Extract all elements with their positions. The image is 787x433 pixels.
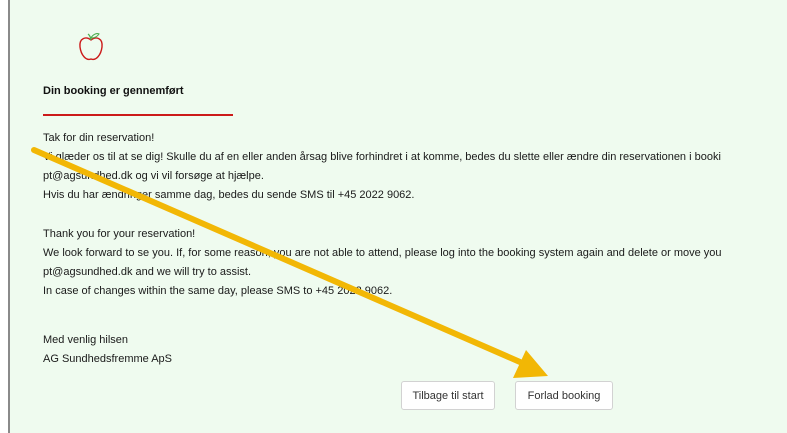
message-line: pt@agsundhed.dk and we will try to assis… [43, 266, 252, 278]
message-line: pt@agsundhed.dk og vi vil forsøge at hjæ… [43, 170, 264, 182]
confirmation-panel: Din booking er gennemført Tak for din re… [8, 0, 787, 433]
title-underline [43, 114, 233, 116]
signoff: Med venlig hilsen AG Sundhedsfremme ApS [43, 331, 172, 369]
leave-booking-button[interactable]: Forlad booking [515, 381, 613, 410]
back-to-start-button[interactable]: Tilbage til start [401, 381, 495, 410]
message-line: In case of changes within the same day, … [43, 285, 393, 297]
english-message: Thank you for your reservation! We look … [43, 225, 722, 301]
company-name: AG Sundhedsfremme ApS [43, 353, 173, 365]
message-line: Hvis du har ændringer samme dag, bedes d… [43, 189, 415, 201]
message-line: Thank you for your reservation! [43, 228, 196, 240]
danish-message: Tak for din reservation! Vi glæder os ti… [43, 129, 721, 205]
apple-logo-icon [79, 33, 103, 61]
page-title: Din booking er gennemført [43, 85, 184, 97]
message-line: We look forward to se you. If, for some … [43, 247, 722, 259]
signoff-greeting: Med venlig hilsen [43, 334, 128, 346]
message-line: Tak for din reservation! [43, 132, 155, 144]
message-line: Vi glæder os til at se dig! Skulle du af… [43, 151, 721, 163]
